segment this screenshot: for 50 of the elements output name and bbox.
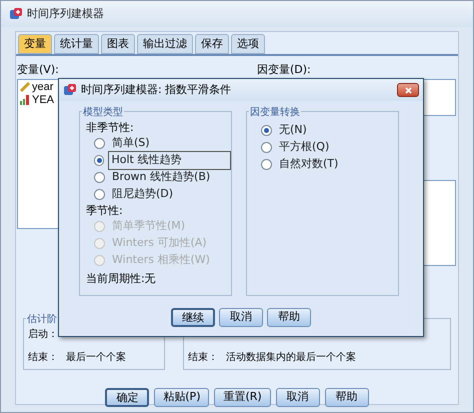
close-button[interactable]: [397, 83, 419, 97]
radio-button[interactable]: [94, 172, 105, 183]
dialog-button[interactable]: 取消: [276, 388, 320, 406]
end-value: 最后一个个案: [66, 350, 126, 364]
radio-label: Winters 相乘性(W): [111, 252, 211, 268]
radio-label: 无(N): [278, 122, 308, 138]
radio-button[interactable]: [261, 142, 272, 153]
end-value: 活动数据集内的最后一个个案: [226, 350, 356, 364]
tab[interactable]: 选项: [231, 34, 265, 54]
app-icon: [63, 83, 77, 97]
dependent-label: 因变量(D):: [257, 62, 312, 78]
dialog-title: 时间序列建模器: 指数平滑条件: [81, 82, 232, 98]
radio-label: 简单季节性(M): [111, 218, 186, 234]
dialog-button[interactable]: 帮助: [267, 308, 311, 327]
tab[interactable]: 保存: [195, 34, 229, 54]
tab[interactable]: 变量: [18, 34, 52, 54]
periodicity-text: 当前周期性:无: [86, 271, 157, 287]
ruler-icon: [20, 82, 30, 92]
bar-chart-icon: [20, 95, 30, 105]
radio-label: 简单(S): [111, 135, 151, 152]
radio-label: 自然对数(T): [278, 156, 340, 172]
app-icon: [9, 7, 23, 21]
section-label: 非季节性:: [86, 120, 135, 135]
dialog-button[interactable]: 确定: [105, 388, 150, 406]
dialog-button[interactable]: 重置(R): [214, 388, 271, 406]
start-label: 启动：: [28, 328, 59, 342]
group-title: 估计阶: [26, 312, 58, 326]
tab[interactable]: 图表: [101, 34, 135, 54]
tab[interactable]: 统计量: [54, 34, 99, 54]
end-label: 结束：: [28, 350, 58, 364]
radio-button[interactable]: [261, 159, 272, 170]
radio-label: Brown 线性趋势(B): [111, 169, 212, 186]
radio-button[interactable]: [94, 155, 104, 166]
radio-label: 平方根(Q): [278, 139, 330, 156]
radio-label: Winters 可加性(A): [111, 235, 208, 252]
dialog-button[interactable]: 继续: [171, 308, 215, 327]
dialog-button[interactable]: 帮助: [324, 388, 369, 406]
radio-button[interactable]: [261, 125, 272, 136]
radio-label: Holt 线性趋势: [108, 151, 231, 170]
window-title: 时间序列建模器: [27, 6, 104, 22]
radio-button[interactable]: [94, 138, 105, 149]
radio-label: 阻尼趋势(D): [111, 186, 174, 202]
close-icon: [404, 86, 412, 94]
end-label: 结束：: [188, 350, 218, 364]
dialog-button[interactable]: 取消: [219, 308, 263, 327]
tab[interactable]: 输出过滤: [137, 34, 193, 54]
dialog-button[interactable]: 粘贴(P): [154, 388, 210, 406]
radio-button[interactable]: [94, 189, 105, 200]
section-label: 季节性:: [86, 203, 124, 218]
variables-label: 变量(V):: [17, 62, 60, 78]
